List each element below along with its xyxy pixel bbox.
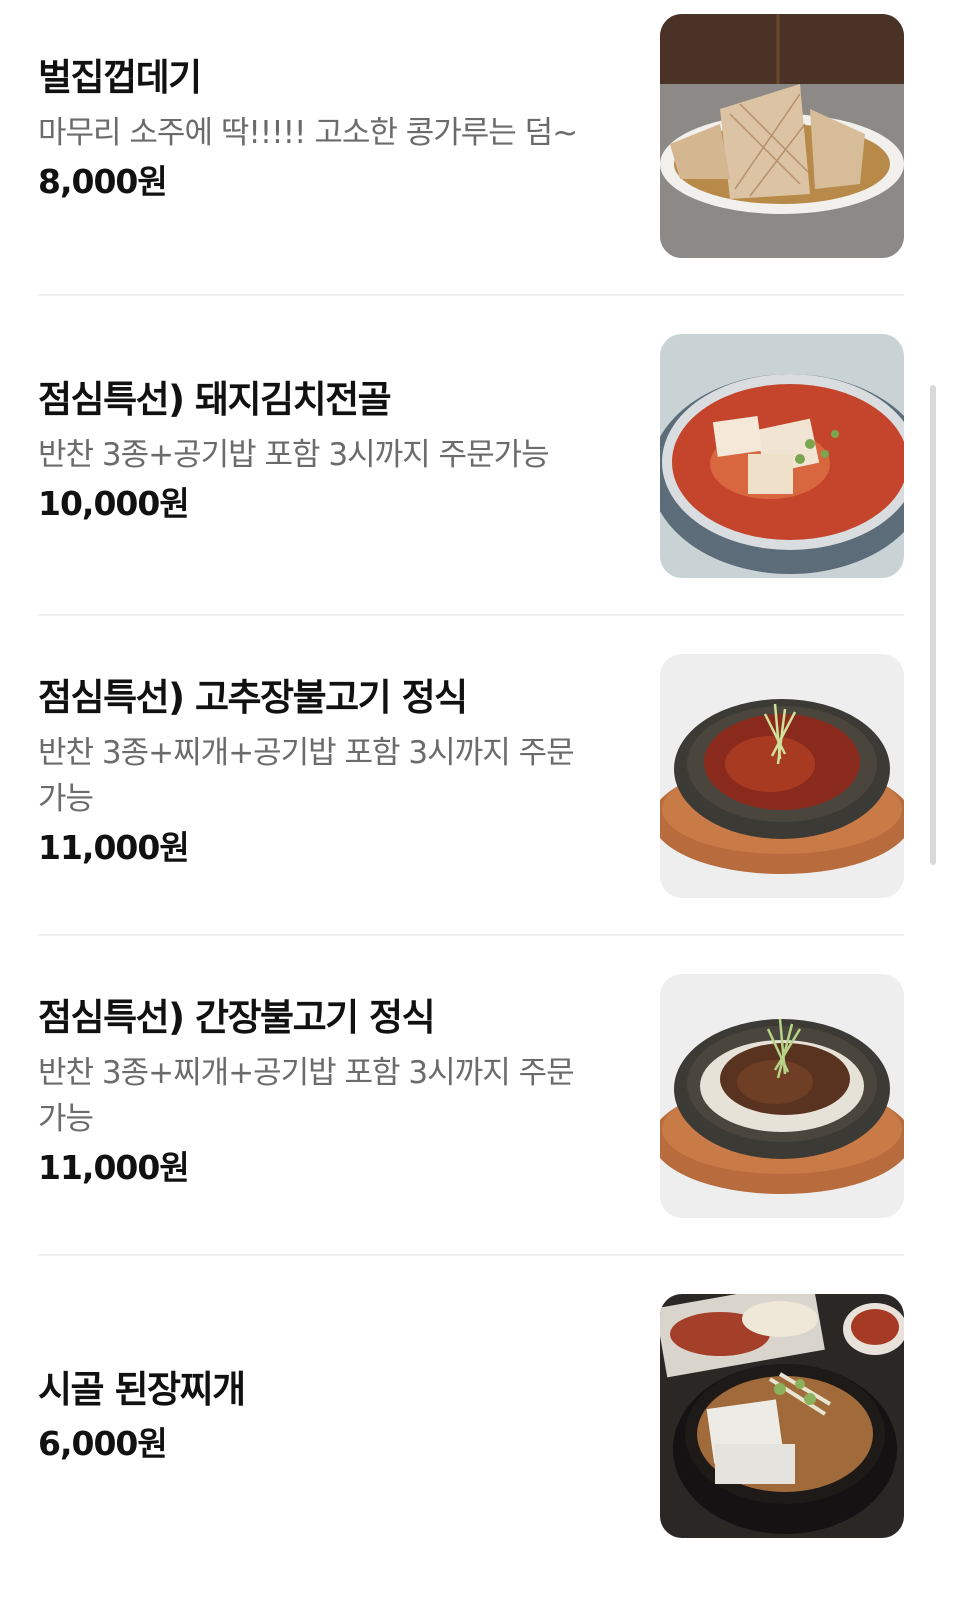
kimchi-stew-photo: [660, 334, 904, 578]
menu-item-description: 반찬 3종+공기밥 포함 3시까지 주문가능: [38, 437, 550, 473]
menu-item-text: 시골 된장찌개 6,000원: [38, 1368, 618, 1466]
menu-item-description: 반찬 3종+찌개+공기밥 포함 3시까지 주문 가능: [38, 735, 575, 817]
menu-item-pork-skin[interactable]: 벌집껍데기 마무리 소주에 딱!!!!! 고소한 콩가루는 덤~ 8,000원: [38, 0, 934, 330]
menu-item-name: 시골 된장찌개: [38, 1368, 246, 1411]
divider: [38, 614, 904, 616]
menu-item-kimchi-stew[interactable]: 점심특선) 돼지김치전골 반찬 3종+공기밥 포함 3시까지 주문가능 10,0…: [38, 320, 934, 650]
gochujang-bulgogi-photo: [660, 654, 904, 898]
menu-item-name: 점심특선) 고추장불고기 정식: [38, 676, 468, 719]
menu-item-text: 점심특선) 돼지김치전골 반찬 3종+공기밥 포함 3시까지 주문가능 10,0…: [38, 378, 618, 526]
divider: [38, 1254, 904, 1256]
menu-item-text: 점심특선) 고추장불고기 정식 반찬 3종+찌개+공기밥 포함 3시까지 주문 …: [38, 676, 618, 870]
menu-item-price: 8,000원: [38, 162, 168, 201]
menu-item-doenjang-stew[interactable]: 시골 된장찌개 6,000원: [38, 1280, 934, 1610]
menu-item-price: 11,000원: [38, 1148, 190, 1187]
menu-item-name: 벌집껍데기: [38, 56, 202, 99]
doenjang-stew-photo: [660, 1294, 904, 1538]
pork-skin-dish-photo: [660, 14, 904, 258]
soy-bulgogi-photo: [660, 974, 904, 1218]
menu-item-text: 벌집껍데기 마무리 소주에 딱!!!!! 고소한 콩가루는 덤~ 8,000원: [38, 56, 618, 204]
menu-item-description: 마무리 소주에 딱!!!!! 고소한 콩가루는 덤~: [38, 115, 578, 151]
menu-item-price: 10,000원: [38, 484, 190, 523]
menu-item-name: 점심특선) 돼지김치전골: [38, 378, 392, 421]
menu-item-description: 반찬 3종+찌개+공기밥 포함 3시까지 주문 가능: [38, 1055, 575, 1137]
menu-item-soy-bulgogi[interactable]: 점심특선) 간장불고기 정식 반찬 3종+찌개+공기밥 포함 3시까지 주문 가…: [38, 960, 934, 1290]
divider: [38, 934, 904, 936]
menu-item-price: 11,000원: [38, 828, 190, 867]
divider: [38, 294, 904, 296]
scrollbar[interactable]: [930, 385, 936, 865]
menu-item-price: 6,000원: [38, 1424, 168, 1463]
menu-item-text: 점심특선) 간장불고기 정식 반찬 3종+찌개+공기밥 포함 3시까지 주문 가…: [38, 996, 618, 1190]
menu-item-gochujang-bulgogi[interactable]: 점심특선) 고추장불고기 정식 반찬 3종+찌개+공기밥 포함 3시까지 주문 …: [38, 640, 934, 970]
menu-item-name: 점심특선) 간장불고기 정식: [38, 996, 436, 1039]
